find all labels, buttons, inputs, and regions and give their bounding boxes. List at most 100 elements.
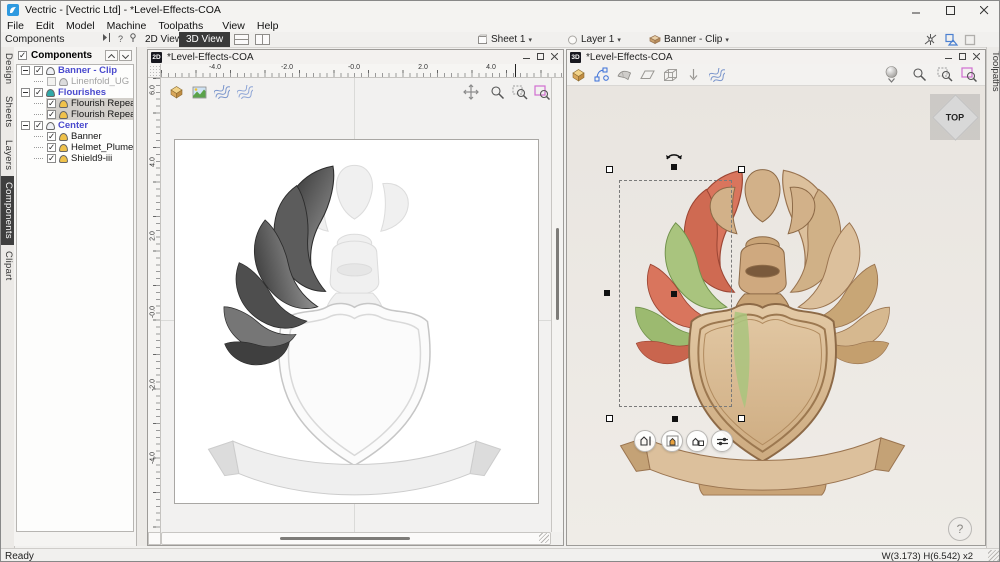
tree-label[interactable]: Helmet_Plumes-50412-A [71,142,133,153]
selection-handle-ne[interactable] [738,166,745,173]
grid-snap-icon[interactable] [964,34,976,49]
material-block-icon[interactable] [166,83,186,101]
close-icon[interactable] [550,51,559,63]
drop-down-z-icon[interactable] [682,65,705,85]
sidebar-tab-components[interactable]: Components [1,176,14,245]
maximize-icon[interactable] [959,51,966,63]
view-cube[interactable]: TOP [930,93,980,141]
window-3d-titlebar[interactable]: 3D *Level-Effects-COA [567,50,985,65]
selection-handle-s[interactable] [672,416,678,422]
zoom-box-icon[interactable] [933,65,956,85]
bitmap-preview-icon[interactable] [189,83,209,101]
panel-help-icon[interactable]: ? [118,34,123,44]
tree-label[interactable]: Flourish Repeat 2 [71,109,133,120]
rotation-anchor[interactable] [671,164,677,170]
components-root-checkbox[interactable] [18,50,27,61]
properties-button[interactable] [711,430,733,452]
split-horizontal-icon[interactable] [234,34,249,48]
move-down-button[interactable] [119,50,132,61]
tree-label[interactable]: Flourishes [58,87,106,98]
minimize-icon[interactable] [523,51,530,63]
coat-of-arms-2d-render[interactable] [174,139,539,504]
drape-icon[interactable] [613,65,636,85]
relief-wave-2-icon[interactable] [235,83,255,101]
pin-panel-icon[interactable] [129,33,137,45]
3d-viewport[interactable]: TOP ? [567,86,985,545]
tree-row-helmet-plumes[interactable]: Helmet_Plumes-50412-A [17,142,133,153]
visibility-checkbox[interactable] [34,120,43,131]
toolpaths-tab[interactable]: Toolpaths [987,47,999,96]
visibility-checkbox[interactable] [47,98,56,109]
menu-model[interactable]: Model [60,20,101,32]
shading-sphere-icon[interactable] [880,65,903,85]
tree-row-flourishes-group[interactable]: Flourishes [17,87,133,98]
help-button[interactable]: ? [948,517,972,541]
collapse-icon[interactable] [21,88,30,97]
tree-label[interactable]: Banner [71,131,102,142]
relief-wave-icon[interactable] [212,83,232,101]
maximize-icon[interactable] [537,51,544,63]
menu-file[interactable]: File [1,20,30,32]
zoom-extents-icon[interactable] [532,83,551,101]
tree-label[interactable]: Banner - Clip [58,65,117,76]
snap-toggle-icon[interactable] [923,33,938,49]
split-vertical-icon[interactable] [255,34,270,48]
move-up-button[interactable] [105,50,118,61]
edit-nodes-icon[interactable] [590,65,613,85]
tree-label[interactable]: Flourish Repeat 2 [1] [71,98,133,109]
close-icon[interactable] [972,51,981,63]
tree-row-flourish-repeat-2-1[interactable]: Flourish Repeat 2 [1] [17,98,133,109]
menu-machine[interactable]: Machine [101,20,153,32]
minimize-icon[interactable] [945,51,952,63]
tree-row-linenfold[interactable]: Linenfold_UG [17,76,133,87]
sidebar-tab-layers[interactable]: Layers [1,134,14,176]
collapse-panel-icon[interactable] [102,33,112,45]
menu-toolpaths[interactable]: Toolpaths [152,20,209,32]
selection-handle-nw[interactable] [606,166,613,173]
tree-row-banner-clip-group[interactable]: Banner - Clip [17,65,133,76]
tree-label[interactable]: Linenfold_UG [71,76,129,87]
horizontal-scrollbar[interactable] [161,532,551,545]
visibility-checkbox[interactable] [47,109,56,120]
window-resize-grip[interactable] [988,550,999,561]
zoom-in-icon[interactable] [487,83,507,101]
visibility-checkbox[interactable] [47,77,56,86]
set-height-button[interactable] [634,430,656,452]
sidebar-tab-sheets[interactable]: Sheets [1,90,14,133]
tree-label[interactable]: Center [58,120,88,131]
collapse-icon[interactable] [21,66,30,75]
collapse-icon[interactable] [21,121,30,130]
wireframe-box-icon[interactable] [659,65,682,85]
sidebar-tab-clipart[interactable]: Clipart [1,245,14,287]
tree-row-flourish-repeat-2[interactable]: Flourish Repeat 2 [17,109,133,120]
selection-handle-w[interactable] [604,290,610,296]
tree-row-center-group[interactable]: Center [17,120,133,131]
sheet-selector[interactable]: Sheet 1 ▾ [477,32,532,47]
sidebar-tab-design[interactable]: Design [1,47,14,90]
view-cube-face[interactable]: TOP [931,93,979,141]
pan-icon[interactable] [461,83,481,101]
tree-label[interactable]: Shield9-iii [71,153,112,164]
menu-help[interactable]: Help [251,20,285,32]
minimize-icon[interactable] [899,1,933,19]
zero-plane-icon[interactable] [636,65,659,85]
menu-edit[interactable]: Edit [30,20,60,32]
vertical-scrollbar-thumb[interactable] [556,228,559,320]
relief-wave-icon[interactable] [705,65,728,85]
visibility-checkbox[interactable] [47,131,56,142]
selection-handle-se[interactable] [738,415,745,422]
geometry-snap-icon[interactable] [944,33,959,49]
material-block-icon[interactable] [567,65,590,85]
clip-component-button[interactable] [686,430,708,452]
component-selector[interactable]: Banner - Clip ▾ [649,32,729,47]
visibility-checkbox[interactable] [47,153,56,164]
selection-handle-sw[interactable] [606,415,613,422]
menu-view[interactable]: View [216,20,251,32]
visibility-checkbox[interactable] [34,87,43,98]
visibility-checkbox[interactable] [47,142,56,153]
tab-3d-view[interactable]: 3D View [179,32,231,47]
rotate-handle-icon[interactable] [665,150,683,163]
tree-row-shield9[interactable]: Shield9-iii [17,153,133,164]
close-icon[interactable] [967,1,999,19]
panel-splitter[interactable] [137,47,147,546]
